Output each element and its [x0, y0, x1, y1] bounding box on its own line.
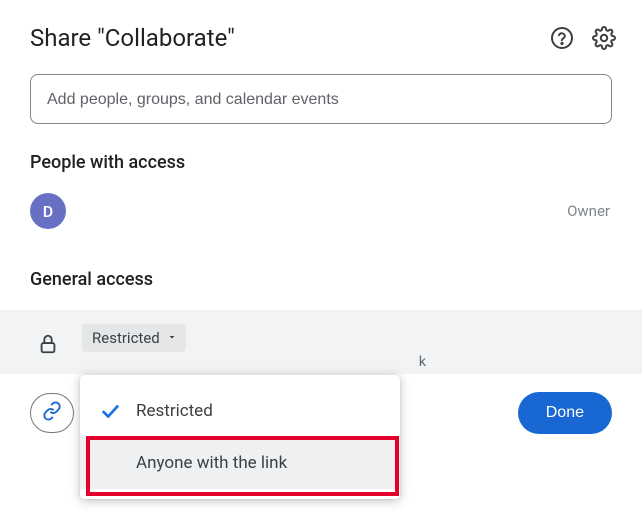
menu-item-restricted[interactable]: Restricted [80, 385, 400, 437]
done-button[interactable]: Done [518, 392, 612, 434]
dialog-header: Share "Collaborate" [30, 24, 612, 52]
header-actions [550, 26, 616, 50]
copy-link-button[interactable] [30, 393, 74, 433]
person-row: D Owner [30, 193, 612, 229]
help-icon[interactable] [550, 26, 574, 50]
menu-item-label: Restricted [136, 401, 213, 421]
dialog-title: Share "Collaborate" [30, 24, 235, 52]
add-people-input[interactable] [47, 91, 595, 109]
check-placeholder [98, 451, 122, 475]
add-people-input-wrapper[interactable] [30, 74, 612, 124]
link-icon [42, 401, 62, 425]
access-dropdown-menu: Restricted Anyone with the link [80, 375, 400, 499]
lock-icon [30, 326, 66, 362]
dropdown-caret-icon [166, 329, 178, 347]
truncated-text-fragment: k [419, 354, 426, 370]
settings-icon[interactable] [592, 26, 616, 50]
check-icon [98, 399, 122, 423]
people-access-heading: People with access [30, 152, 612, 173]
role-label: Owner [567, 202, 610, 220]
general-access-row: Restricted k [0, 310, 642, 374]
access-level-selected: Restricted [92, 329, 160, 347]
menu-item-label: Anyone with the link [136, 453, 287, 473]
access-level-dropdown[interactable]: Restricted [82, 324, 186, 352]
general-access-heading: General access [30, 269, 612, 290]
avatar: D [30, 193, 66, 229]
menu-item-anyone-link[interactable]: Anyone with the link [80, 437, 400, 489]
